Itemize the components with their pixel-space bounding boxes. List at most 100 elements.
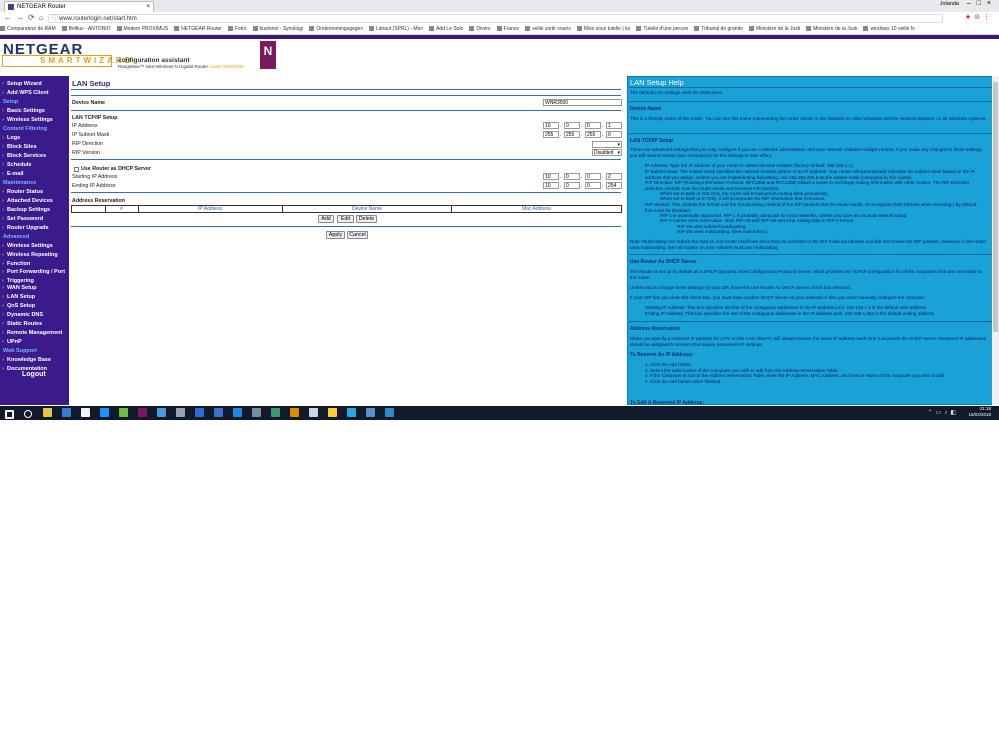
starting-ip-octet-2[interactable] [564, 173, 580, 180]
ip-address-octet-4[interactable] [606, 122, 622, 129]
bookmark-item[interactable]: veille sortir souris [525, 24, 571, 34]
menu-item-wireless-settings[interactable]: Wireless Settings [2, 117, 53, 123]
menu-item-set-password[interactable]: Set Password [2, 216, 43, 222]
menu-item-attached-devices[interactable]: Attached Devices [2, 198, 53, 204]
bookmark-item[interactable]: Modem PROXIMUS [117, 24, 169, 34]
app-icon[interactable] [252, 408, 261, 417]
rip-version-select[interactable]: Disabled ▾ [592, 149, 622, 156]
menu-item-wireless-repeating[interactable]: Wireless Repeating [2, 252, 58, 258]
add-button[interactable]: Add [318, 215, 334, 223]
subnet-mask-octet-3[interactable] [585, 131, 601, 138]
app-icon[interactable] [366, 408, 375, 417]
dhcp-server-checkbox[interactable] [74, 167, 79, 172]
menu-item-qos-setup[interactable]: QoS Setup [2, 303, 35, 309]
menu-item-dynamic-dns[interactable]: Dynamic DNS [2, 312, 43, 318]
ie-icon[interactable] [100, 408, 109, 417]
bookmark-item[interactable]: Fotro [228, 24, 247, 34]
subnet-mask-octet-4[interactable] [606, 131, 622, 138]
menu-item-logs[interactable]: Logs [2, 135, 20, 141]
bookmark-item[interactable]: France [497, 24, 520, 34]
bookmark-item[interactable]: Comparateur de RAM [0, 24, 56, 34]
menu-item-upnp[interactable]: UPnP [2, 339, 22, 345]
menu-item-e-mail[interactable]: E-mail [2, 171, 23, 177]
cancel-button[interactable]: Cancel [347, 231, 368, 239]
browser-tab[interactable]: NETGEAR Router × [4, 1, 154, 12]
menu-item-block-sites[interactable]: Block Sites [2, 144, 37, 150]
bookmark-item[interactable]: Mise sous tutelle | ku [577, 24, 631, 34]
starting-ip-octet-3[interactable] [585, 173, 601, 180]
menu-item-triggering[interactable]: Triggering [2, 278, 34, 284]
menu-item-block-services[interactable]: Block Services [2, 153, 46, 159]
search-icon[interactable] [24, 410, 32, 418]
ip-address-octet-3[interactable] [585, 122, 601, 129]
store-icon[interactable] [81, 408, 90, 417]
help-scrollbar-thumb[interactable] [993, 82, 998, 332]
skype-icon[interactable] [385, 408, 394, 417]
menu-item-router-status[interactable]: Router Status [2, 189, 43, 195]
navigation-icons[interactable]: ←→⟳⌂ [4, 13, 48, 22]
edge-icon[interactable] [62, 408, 71, 417]
start-icon[interactable] [5, 410, 14, 419]
rip-direction-select[interactable]: ▾ [592, 141, 622, 148]
bookmark-item[interactable]: bustonio - Synology [253, 24, 304, 34]
clock[interactable]: 21:18 15/02/2018 [968, 406, 991, 418]
network-icon[interactable] [233, 408, 242, 417]
subnet-mask-octet-2[interactable] [564, 131, 580, 138]
delete-button[interactable]: Delete [356, 215, 377, 223]
bookmark-item[interactable]: Add Le Solo [429, 24, 463, 34]
word-icon[interactable] [195, 408, 204, 417]
menu-item-wireless-settings[interactable]: Wireless Settings [2, 243, 53, 249]
calculator-icon[interactable] [309, 408, 318, 417]
window-controls[interactable]: –□× [967, 0, 997, 7]
onedrive-icon[interactable] [347, 408, 356, 417]
app-icon[interactable] [328, 408, 337, 417]
bookmark-item[interactable]: Ondernemingsgegev [309, 24, 362, 34]
ending-ip-octet-4[interactable] [606, 182, 622, 189]
tray-icons[interactable]: ⌃▭♪◧ [928, 409, 959, 416]
file-explorer-icon[interactable] [43, 408, 52, 417]
menu-item-backup-settings[interactable]: Backup Settings [2, 207, 50, 213]
menu-item-remote-management[interactable]: Remote Management [2, 330, 62, 336]
menu-item-basic-settings[interactable]: Basic Settings [2, 108, 45, 114]
menu-item-knowledge-base[interactable]: Knowledge Base [2, 357, 51, 363]
menu-item-static-routes[interactable]: Static Routes [2, 321, 42, 327]
ending-ip-octet-1[interactable] [543, 182, 559, 189]
extension-icons[interactable]: ★⊘⋮ [965, 13, 993, 21]
chrome-icon[interactable] [157, 408, 166, 417]
bookmark-item[interactable]: Divers [469, 24, 490, 34]
subnet-mask-octet-1[interactable] [543, 131, 559, 138]
device-name-input[interactable] [543, 99, 622, 106]
outlook-icon[interactable] [214, 408, 223, 417]
menu-item-setup-wizard[interactable]: Setup Wizard [2, 81, 42, 87]
xbox-icon[interactable] [119, 408, 128, 417]
starting-ip-octet-4[interactable] [606, 173, 622, 180]
ip-address-octet-2[interactable] [564, 122, 580, 129]
ending-ip-octet-2[interactable] [564, 182, 580, 189]
ip-address-octet-1[interactable] [543, 122, 559, 129]
menu-item-function[interactable]: Function [2, 261, 30, 267]
bookmark-item[interactable]: Ministère de la Justi [806, 24, 857, 34]
bookmark-item[interactable]: Ministère de la Justi [749, 24, 800, 34]
menu-item-wan-setup[interactable]: WAN Setup [2, 285, 37, 291]
bookmark-item[interactable]: windows 10 veille fo [863, 24, 914, 34]
profile-name[interactable]: Jolanda [940, 1, 959, 7]
logout-link[interactable]: Logout [22, 371, 46, 378]
bookmark-item[interactable]: Lahaut (SPRL) - Mon [369, 24, 423, 34]
menu-item-lan-setup[interactable]: LAN Setup [2, 294, 35, 300]
ending-ip-octet-3[interactable] [585, 182, 601, 189]
menu-item-add-wps-client[interactable]: Add WPS Client [2, 90, 49, 96]
starting-ip-octet-1[interactable] [543, 173, 559, 180]
settings-icon[interactable] [176, 408, 185, 417]
bookmark-item[interactable]: Tutelle d'une person [636, 24, 688, 34]
chrome-active-icon[interactable] [290, 408, 299, 417]
menu-item-router-upgrade[interactable]: Router Upgrade [2, 225, 49, 231]
menu-item-schedule[interactable]: Schedule [2, 162, 32, 168]
bookmark-item[interactable]: Belfius - ANTONIO [62, 24, 111, 34]
bookmark-item[interactable]: Tribunal de grande [694, 24, 743, 34]
app-icon[interactable] [271, 408, 280, 417]
apply-button[interactable]: Apply [326, 231, 345, 239]
onenote-icon[interactable] [138, 408, 147, 417]
close-tab-icon[interactable]: × [146, 2, 150, 12]
edit-button[interactable]: Edit [337, 215, 354, 223]
url-field[interactable]: ⓘ www.routerlogin.net/start.htm [48, 14, 943, 23]
